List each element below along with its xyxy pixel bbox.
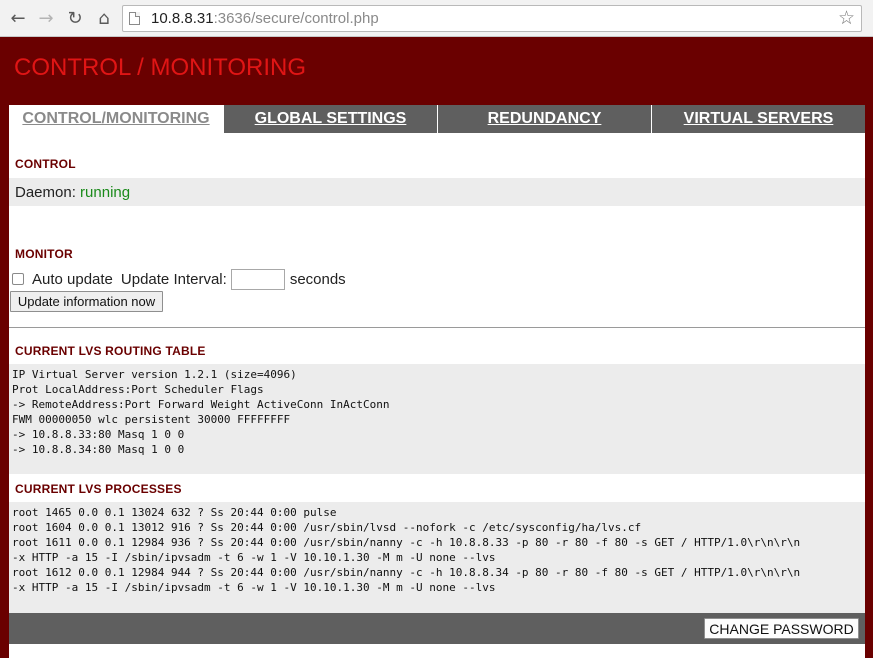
update-interval-label: Update Interval: [120, 270, 227, 288]
routing-table-heading: CURRENT LVS ROUTING TABLE [15, 344, 206, 358]
browser-toolbar: ← → ↻ ⌂ 10.8.8.31:3636/secure/control.ph… [0, 0, 873, 37]
process-line: root 1465 0.0 0.1 13024 632 ? Ss 20:44 0… [12, 506, 337, 519]
tab-control-monitoring[interactable]: CONTROL/MONITORING [9, 105, 223, 133]
app-frame: CONTROL / MONITORING CONTROL/MONITORING … [0, 37, 873, 658]
home-icon[interactable]: ⌂ [92, 7, 116, 29]
section-divider [9, 327, 865, 328]
url-path: :3636/secure/control.php [213, 10, 379, 27]
auto-update-label: Auto update [32, 270, 113, 288]
url-host: 10.8.8.31 [151, 10, 214, 27]
url-text: 10.8.8.31:3636/secure/control.php [151, 10, 379, 27]
process-line: root 1611 0.0 0.1 12984 936 ? Ss 20:44 0… [12, 536, 801, 549]
routing-table-line: FWM 00000050 wlc persistent 30000 FFFFFF… [12, 413, 291, 426]
routing-table-line: Prot LocalAddress:Port Scheduler Flags [12, 383, 264, 396]
reload-icon[interactable]: ↻ [63, 7, 87, 29]
main-content: CONTROL/MONITORING GLOBAL SETTINGS REDUN… [9, 105, 865, 658]
seconds-label: seconds [289, 270, 346, 288]
tab-virtual-servers[interactable]: VIRTUAL SERVERS [651, 105, 865, 133]
routing-table-output: IP Virtual Server version 1.2.1 (size=40… [9, 364, 865, 474]
routing-table-line: -> 10.8.8.33:80 Masq 1 0 0 [12, 428, 185, 441]
process-line: root 1604 0.0 0.1 13012 916 ? Ss 20:44 0… [12, 521, 642, 534]
forward-icon[interactable]: → [34, 7, 58, 29]
daemon-status-row: Daemon: running [9, 178, 865, 206]
monitor-heading: MONITOR [15, 247, 73, 261]
page-icon [129, 12, 140, 25]
routing-table-line: -> RemoteAddress:Port Forward Weight Act… [12, 398, 390, 411]
tab-bar: CONTROL/MONITORING GLOBAL SETTINGS REDUN… [9, 105, 865, 133]
footer-bar: CHANGE PASSWORD [9, 613, 865, 644]
processes-heading: CURRENT LVS PROCESSES [15, 482, 182, 496]
update-interval-input[interactable] [230, 268, 285, 290]
change-password-button[interactable]: CHANGE PASSWORD [704, 618, 859, 639]
auto-update-checkbox[interactable] [12, 273, 24, 285]
address-bar[interactable]: 10.8.8.31:3636/secure/control.php ☆ [122, 5, 862, 32]
tab-redundancy[interactable]: REDUNDANCY [437, 105, 651, 133]
control-heading: CONTROL [15, 157, 76, 171]
process-line: -x HTTP -a 15 -I /sbin/ipvsadm -t 6 -w 1… [12, 551, 496, 564]
update-information-button[interactable]: Update information now [10, 291, 163, 312]
routing-table-line: IP Virtual Server version 1.2.1 (size=40… [12, 368, 297, 381]
process-line: root 1612 0.0 0.1 12984 944 ? Ss 20:44 0… [12, 566, 801, 579]
back-icon[interactable]: ← [6, 7, 30, 29]
page-title: CONTROL / MONITORING [14, 54, 307, 81]
process-line: -x HTTP -a 15 -I /sbin/ipvsadm -t 6 -w 1… [12, 581, 496, 594]
daemon-status: running [80, 184, 131, 201]
monitor-controls: Auto update Update Interval: seconds [12, 268, 346, 290]
routing-table-line: -> 10.8.8.34:80 Masq 1 0 0 [12, 443, 185, 456]
processes-output: root 1465 0.0 0.1 13024 632 ? Ss 20:44 0… [9, 502, 865, 613]
star-icon[interactable]: ☆ [838, 7, 855, 29]
tab-global-settings[interactable]: GLOBAL SETTINGS [223, 105, 437, 133]
daemon-label: Daemon: [15, 184, 76, 201]
